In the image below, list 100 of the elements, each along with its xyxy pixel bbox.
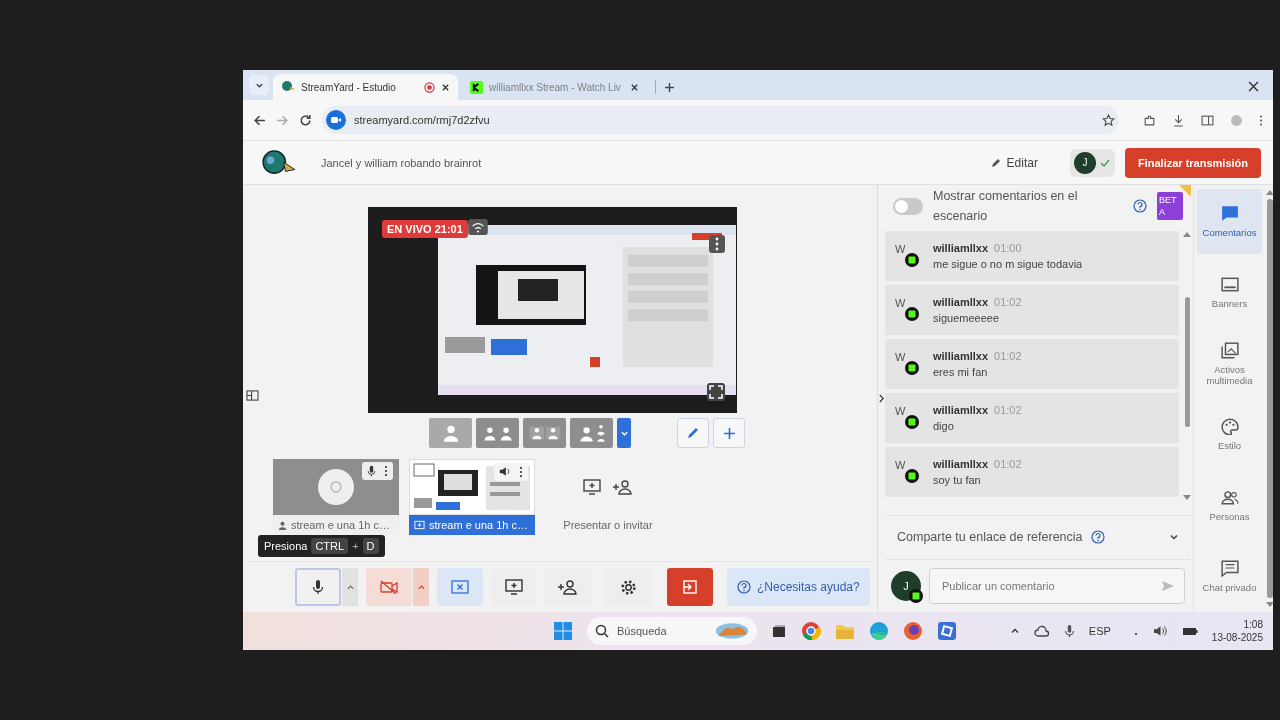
task-view-icon[interactable] <box>771 623 787 640</box>
avatar-initial: W <box>895 458 906 471</box>
new-tab-icon[interactable] <box>664 82 675 93</box>
captured-camera-tile <box>445 337 485 354</box>
host-status[interactable]: J <box>1069 148 1115 177</box>
grid-layout-button[interactable] <box>523 418 566 449</box>
battery-icon[interactable] <box>1181 625 1198 638</box>
toggle-switch[interactable] <box>893 197 923 215</box>
help-button[interactable]: ¿Necesitas ayuda? <box>727 568 870 607</box>
avatar-initial: W <box>895 242 906 255</box>
microphone-icon[interactable] <box>1063 624 1075 639</box>
tab-title: StreamYard - Estudio <box>301 81 397 93</box>
site-icon <box>326 110 346 130</box>
duck-icon <box>281 80 295 94</box>
start-icon[interactable] <box>553 621 573 642</box>
scroll-up-icon[interactable] <box>1265 189 1274 196</box>
pencil-icon <box>686 426 700 441</box>
close-icon[interactable] <box>1248 81 1259 92</box>
comment-input[interactable]: Publicar un comentario <box>929 568 1185 605</box>
share-screen-button[interactable] <box>491 568 537 607</box>
clock[interactable]: 1:08 13-08-2025 <box>1211 618 1263 645</box>
clock-date: 13-08-2025 <box>1211 631 1263 645</box>
layout-panel-icon[interactable] <box>246 390 259 402</box>
add-button[interactable] <box>713 418 745 449</box>
back-icon[interactable] <box>253 113 266 127</box>
scrollbar-thumb[interactable] <box>1266 199 1273 599</box>
sidebar-tab[interactable]: Personas <box>1197 472 1262 538</box>
comment-author: williamllxx <box>933 295 989 308</box>
more-icon[interactable] <box>709 235 725 254</box>
invite-button[interactable] <box>545 568 591 607</box>
sidebar-tab[interactable]: Activos multimedia <box>1197 331 1262 396</box>
settings-button[interactable] <box>605 568 651 607</box>
end-broadcast-button[interactable]: Finalizar transmisión <box>1124 147 1261 178</box>
bookmark-star-icon[interactable] <box>1102 113 1115 127</box>
comment-time: 01:02 <box>994 457 1022 470</box>
edit-layout-button[interactable] <box>677 418 709 449</box>
chrome-icon[interactable] <box>801 621 821 642</box>
referral-link-row[interactable]: Comparte tu enlace de referencia <box>885 514 1191 559</box>
download-icon[interactable] <box>1172 113 1185 127</box>
exit-icon <box>682 579 698 596</box>
scrollbar-thumb[interactable] <box>1184 296 1190 427</box>
leave-studio-button[interactable] <box>667 568 713 607</box>
people-icon <box>1220 488 1239 506</box>
pencil-icon <box>989 156 1002 169</box>
layout-dropdown-button[interactable] <box>617 418 631 449</box>
remove-button[interactable] <box>437 568 483 607</box>
firefox-icon[interactable] <box>903 621 923 642</box>
captured-screen-tile <box>491 339 527 356</box>
person-icon <box>278 520 287 530</box>
taskbar-search[interactable]: Búsqueda <box>587 617 757 646</box>
comment-time: 01:02 <box>994 403 1022 416</box>
camera-button[interactable] <box>366 568 412 607</box>
corner-ribbon-icon <box>1179 185 1191 198</box>
browser-tab[interactable]: williamllxx Stream - Watch Liv <box>462 74 647 100</box>
microphone-button[interactable] <box>295 568 341 607</box>
sidebar-icon[interactable] <box>1201 113 1214 127</box>
edit-button[interactable]: Editar <box>983 154 1044 171</box>
extensions-icon[interactable] <box>1143 113 1156 127</box>
screen-share-icon <box>414 520 425 531</box>
more-icon[interactable] <box>1259 113 1263 127</box>
comment-text: soy tu fan <box>933 473 982 486</box>
media-icon <box>1220 341 1239 359</box>
referral-label: Comparte tu enlace de referencia <box>897 530 1083 545</box>
reload-icon[interactable] <box>299 113 312 127</box>
comment-text: digo <box>933 419 955 432</box>
present-screen-icon <box>505 579 523 596</box>
sidebar-tab[interactable]: Comentarios <box>1197 189 1262 255</box>
help-icon <box>1090 530 1105 545</box>
present-screen-icon[interactable] <box>583 479 601 496</box>
comment-author: williamllxx <box>933 349 989 362</box>
browser-tab[interactable]: StreamYard - Estudio <box>273 74 458 100</box>
microphone-icon <box>312 579 324 596</box>
live-badge: EN VIVO 21:01 <box>382 220 468 239</box>
volume-icon[interactable] <box>1152 625 1168 638</box>
source-label: stream e una 1h c… <box>291 519 391 532</box>
close-icon[interactable] <box>441 82 450 92</box>
chat-icon <box>1220 559 1239 577</box>
more-icon[interactable] <box>384 465 388 478</box>
microphone-icon[interactable] <box>367 465 376 478</box>
language-indicator[interactable]: ESP <box>1088 625 1111 638</box>
palette-icon <box>1220 417 1239 435</box>
chevron-right-icon[interactable] <box>878 394 885 404</box>
help-icon[interactable] <box>1133 199 1147 213</box>
split-layout-button[interactable] <box>476 418 519 449</box>
source-label: Presentar o invitar <box>563 519 653 532</box>
close-icon[interactable] <box>630 82 639 92</box>
cloud-icon[interactable] <box>1033 625 1050 638</box>
speaker-icon[interactable] <box>499 466 511 478</box>
invite-person-icon[interactable] <box>613 479 633 496</box>
more-icon[interactable] <box>519 466 523 479</box>
tab-list-button[interactable] <box>249 75 269 95</box>
address-bar[interactable]: streamyard.com/rmj7d2zfvu <box>322 106 1119 134</box>
sidebar-tab[interactable]: Chat privado <box>1197 543 1262 609</box>
invite-person-icon <box>558 579 578 596</box>
sidebar-tab[interactable]: Banners <box>1197 260 1262 326</box>
comment-author: williamllxx <box>933 403 989 416</box>
sidebar-tab[interactable]: Estilo <box>1197 401 1262 467</box>
scroll-down-icon[interactable] <box>1265 602 1274 609</box>
sidebar-layout-button[interactable] <box>570 418 613 449</box>
fullscreen-icon[interactable] <box>707 383 725 402</box>
